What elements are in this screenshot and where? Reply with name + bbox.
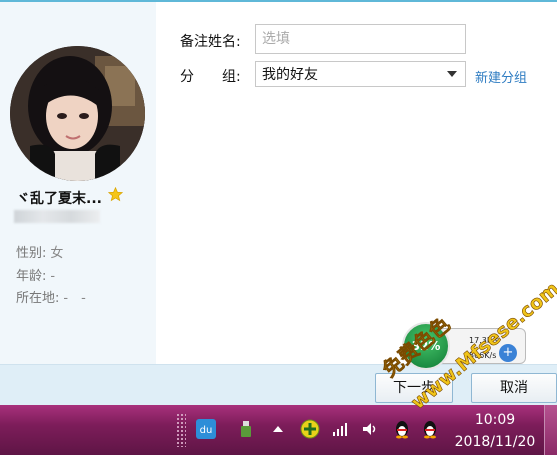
group-label: 分 组:: [180, 69, 241, 85]
taskbar-grip[interactable]: [176, 413, 186, 447]
gender-row: 性别: 女: [16, 242, 63, 261]
qq-number-blurred: [14, 210, 100, 223]
upload-speed: 17.3K/s: [469, 336, 499, 345]
vip-star-icon: [108, 187, 123, 202]
gender-label: 性别:: [16, 246, 47, 261]
svg-text:du: du: [200, 425, 213, 436]
taskbar: du 10:09 2018/11/20: [0, 405, 557, 455]
memory-usage-ball[interactable]: 32%: [402, 322, 450, 370]
security-plus-icon[interactable]: [300, 419, 320, 439]
gender-value: 女: [50, 246, 64, 261]
remark-name-input[interactable]: [255, 24, 466, 54]
show-hidden-icons-icon[interactable]: [268, 419, 288, 439]
location-row: 所在地: - -: [16, 287, 86, 306]
group-select[interactable]: 我的好友: [255, 61, 466, 87]
system-clock[interactable]: 10:09 2018/11/20: [440, 409, 550, 453]
accelerate-plus-icon[interactable]: +: [499, 344, 517, 362]
age-row: 年龄: -: [16, 265, 55, 284]
usb-device-icon[interactable]: [236, 419, 256, 439]
dropdown-arrow-icon: [447, 71, 457, 77]
nickname: ヾ乱了夏末...: [16, 191, 102, 207]
network-speed-widget[interactable]: 17.3K/s 506K/s + 32%: [402, 322, 530, 370]
age-label: 年龄:: [16, 269, 47, 284]
next-button[interactable]: 下一步: [375, 373, 453, 403]
location-label: 所在地:: [16, 291, 60, 306]
group-selected-value: 我的好友: [262, 67, 318, 83]
qq-penguin-icon[interactable]: [392, 419, 412, 439]
profile-panel: ヾ乱了夏末... 性别: 女 年龄: - 所在地: - -: [0, 2, 156, 364]
avatar-photo: [10, 46, 145, 181]
dialog-footer: 下一步 取消: [0, 364, 557, 407]
qq-penguin-alt-icon[interactable]: [420, 419, 440, 439]
clock-time: 10:09: [474, 412, 516, 428]
cancel-button[interactable]: 取消: [471, 373, 557, 403]
location-value: - -: [63, 291, 86, 306]
baidu-icon[interactable]: du: [196, 419, 216, 439]
volume-icon[interactable]: [360, 419, 380, 439]
new-group-link[interactable]: 新建分组: [475, 67, 527, 86]
remark-label: 备注姓名:: [180, 34, 241, 50]
avatar: [10, 46, 145, 181]
network-signal-icon[interactable]: [330, 419, 350, 439]
show-desktop-button[interactable]: [544, 405, 557, 455]
age-value: -: [50, 269, 56, 284]
clock-date: 2018/11/20: [454, 434, 536, 450]
